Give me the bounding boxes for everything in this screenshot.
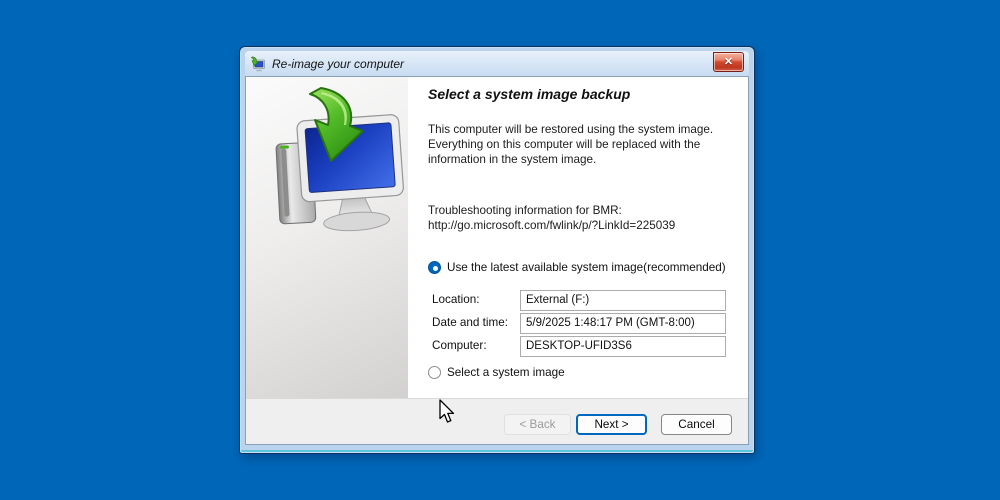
dialog-client-area: Select a system image backup This comput… <box>245 76 749 445</box>
radio-select-image[interactable]: Select a system image <box>428 366 565 379</box>
page-title: Select a system image backup <box>428 86 631 102</box>
desktop: { "window": { "title": "Re-image your co… <box>0 0 1000 500</box>
next-button[interactable]: Next > <box>576 414 647 435</box>
wizard-content-area: Select a system image backup This comput… <box>408 77 748 398</box>
location-label: Location: <box>432 293 480 306</box>
close-icon: ✕ <box>723 55 734 68</box>
troubleshooting-line: Troubleshooting information for BMR: <box>428 204 622 217</box>
content-row: Select a system image backup This comput… <box>246 77 748 398</box>
reimage-computer-icon <box>251 55 265 71</box>
cancel-button[interactable]: Cancel <box>661 414 732 435</box>
titlebar[interactable]: Re-image your computer ✕ <box>245 51 749 76</box>
computer-field-row: Computer: DESKTOP-UFID3S6 <box>408 336 748 357</box>
datetime-field-row: Date and time: 5/9/2025 1:48:17 PM (GMT-… <box>408 313 748 334</box>
description-line: Everything on this computer will be repl… <box>428 138 701 151</box>
computer-restore-illustration <box>275 87 404 232</box>
datetime-label: Date and time: <box>432 316 509 329</box>
computer-label: Computer: <box>432 339 487 352</box>
radio-use-latest-image[interactable]: Use the latest available system image(re… <box>428 261 726 274</box>
location-value-box[interactable]: External (F:) <box>520 290 726 311</box>
radio-unselected-icon[interactable] <box>428 366 441 379</box>
radio-use-latest-label: Use the latest available system image(re… <box>447 261 726 274</box>
description-text: This computer will be restored using the… <box>428 122 713 167</box>
close-button[interactable]: ✕ <box>713 52 744 72</box>
wizard-image-panel <box>246 77 408 398</box>
wizard-button-bar: < Back Next > Cancel <box>246 398 748 444</box>
radio-selected-icon[interactable] <box>428 261 441 274</box>
frame-bottom-accent <box>241 450 753 452</box>
reimage-dialog-window: Re-image your computer ✕ Select a system… <box>239 46 755 454</box>
back-button[interactable]: < Back <box>504 414 571 435</box>
radio-select-label: Select a system image <box>447 366 565 379</box>
description-line: This computer will be restored using the… <box>428 123 714 136</box>
window-title: Re-image your computer <box>272 56 405 71</box>
troubleshooting-link: http://go.microsoft.com/fwlink/p/?LinkId… <box>428 219 676 232</box>
troubleshooting-text: Troubleshooting information for BMR: htt… <box>428 203 675 233</box>
location-field-row: Location: External (F:) <box>408 290 748 311</box>
datetime-value-box[interactable]: 5/9/2025 1:48:17 PM (GMT-8:00) <box>520 313 726 334</box>
description-line: information in the system image. <box>428 153 597 166</box>
computer-value-box[interactable]: DESKTOP-UFID3S6 <box>520 336 726 357</box>
